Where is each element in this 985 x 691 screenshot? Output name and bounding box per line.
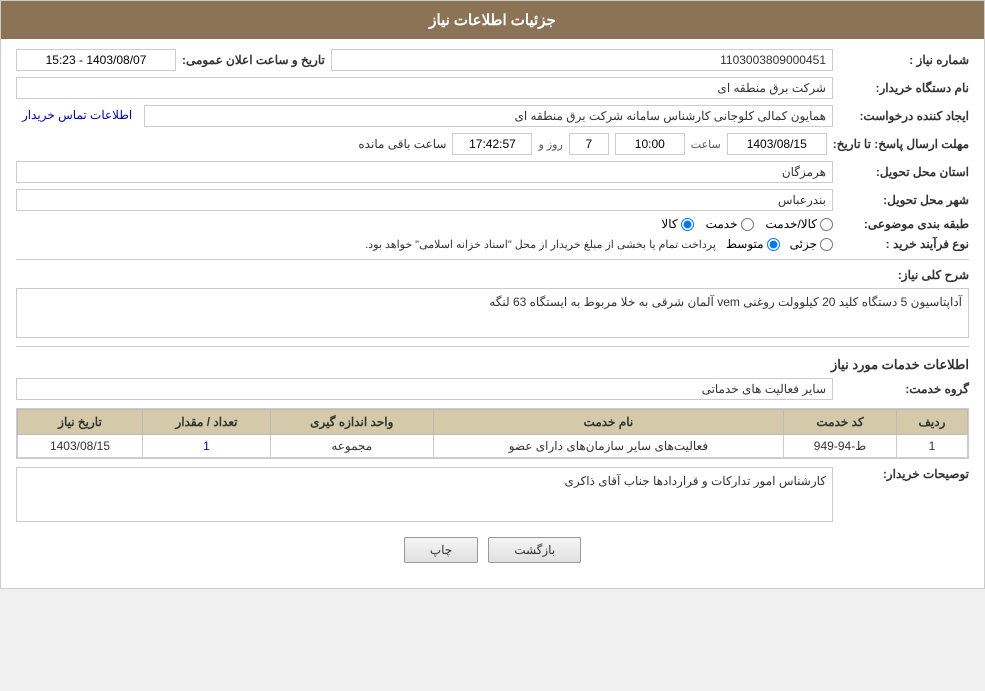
services-table: ردیف کد خدمت نام خدمت واحد اندازه گیری ت… [17,409,968,458]
category-radio-kala[interactable] [681,218,694,231]
announce-date-label: تاریخ و ساعت اعلان عمومی: [182,53,325,67]
process-option-jozi[interactable]: جزئی [790,237,833,251]
creator-label: ایجاد کننده درخواست: [839,109,969,123]
category-label-khedmat: خدمت [706,217,738,231]
category-option-khedmat[interactable]: خدمت [706,217,754,231]
category-label: طبقه بندی موضوعی: [839,217,969,231]
process-label-jozi: جزئی [790,237,817,251]
need-number-value: 1103003809000451 [331,49,833,71]
deadline-day-label: روز و [538,138,562,151]
col-name: نام خدمت [433,410,784,435]
announce-date-value: 1403/08/07 - 15:23 [16,49,176,71]
need-number-label: شماره نیاز : [839,53,969,67]
need-desc-label: شرح کلی نیاز: [839,268,969,282]
buyer-name-label: نام دستگاه خریدار: [839,81,969,95]
category-option-kala-khedmat[interactable]: کالا/خدمت [766,217,833,231]
col-row: ردیف [896,410,967,435]
process-radio-jozi[interactable] [820,238,833,251]
deadline-countdown: 17:42:57 [452,133,532,155]
services-table-container: ردیف کد خدمت نام خدمت واحد اندازه گیری ت… [16,408,969,459]
province-value: هرمزگان [16,161,833,183]
buyer-desc-label: توصیحات خریدار: [839,467,969,481]
divider-2 [16,346,969,347]
deadline-days: 7 [569,133,609,155]
category-option-kala[interactable]: کالا [661,217,693,231]
col-date: تاریخ نیاز [18,410,143,435]
cell-date: 1403/08/15 [18,435,143,458]
process-label: نوع فرآیند خرید : [839,237,969,251]
button-row: بازگشت چاپ [16,537,969,563]
cell-unit: مجموعه [271,435,433,458]
cell-code: ط-94-949 [784,435,897,458]
deadline-date: 1403/08/15 [727,133,827,155]
deadline-time: 10:00 [615,133,685,155]
process-note: پرداخت تمام یا بخشی از مبلغ خریدار از مح… [365,238,716,251]
back-button[interactable]: بازگشت [488,537,581,563]
col-unit: واحد اندازه گیری [271,410,433,435]
page-title: جزئیات اطلاعات نیاز [1,1,984,39]
divider-1 [16,259,969,260]
category-radio-kala-khedmat[interactable] [820,218,833,231]
creator-value: همایون کمالی کلوجانی کارشناس سامانه شرکت… [144,105,833,127]
print-button[interactable]: چاپ [404,537,478,563]
city-label: شهر محل تحویل: [839,193,969,207]
deadline-label: مهلت ارسال پاسخ: تا تاریخ: [833,137,969,151]
city-value: بندرعباس [16,189,833,211]
col-code: کد خدمت [784,410,897,435]
deadline-time-label: ساعت [691,138,721,151]
cell-name: فعالیت‌های سایر سازمان‌های دارای عضو [433,435,784,458]
category-radio-khedmat[interactable] [741,218,754,231]
province-label: استان محل تحویل: [839,165,969,179]
process-radio-motavaset[interactable] [767,238,780,251]
category-label-kala-khedmat: کالا/خدمت [766,217,817,231]
process-row: جزئی متوسط پرداخت تمام یا بخشی از مبلغ خ… [365,237,833,251]
process-option-motavaset[interactable]: متوسط [726,237,780,251]
buyer-desc-box[interactable]: کارشناس امور تدارکات و قراردادها جناب آق… [16,467,833,522]
service-group-value: سایر فعالیت های خدماتی [16,378,833,400]
category-radio-group: کالا/خدمت خدمت کالا [661,217,833,231]
buyer-name-value: شرکت برق منطقه ای [16,77,833,99]
table-row: 1 ط-94-949 فعالیت‌های سایر سازمان‌های دا… [18,435,968,458]
deadline-countdown-label: ساعت باقی مانده [358,137,446,151]
cell-row: 1 [896,435,967,458]
services-section-title: اطلاعات خدمات مورد نیاز [16,357,969,373]
process-label-motavaset: متوسط [726,237,764,251]
cell-quantity: 1 [142,435,270,458]
service-group-label: گروه خدمت: [839,382,969,396]
col-quantity: تعداد / مقدار [142,410,270,435]
creator-link[interactable]: اطلاعات تماس خریدار [16,105,138,127]
need-desc-box[interactable]: آداپتاسیون 5 دستگاه کلید 20 کیلوولت روغن… [16,288,969,338]
category-label-kala: کالا [661,217,677,231]
